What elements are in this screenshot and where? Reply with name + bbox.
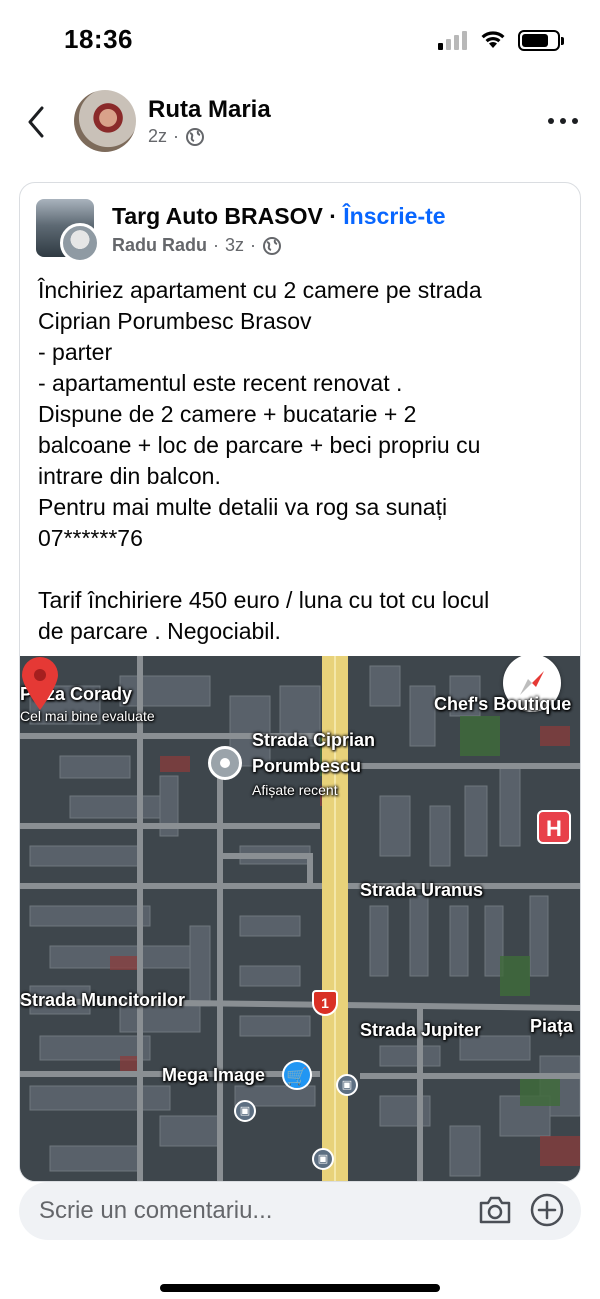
selected-location-pin-icon[interactable]	[20, 656, 60, 712]
meta-dot: ·	[213, 235, 220, 255]
group-name[interactable]: Targ Auto BRASOV	[112, 203, 323, 229]
shared-post-timestamp[interactable]: 3z	[225, 235, 244, 256]
shared-post-meta: Radu Radu · 3z ·	[112, 235, 282, 256]
group-line: Targ Auto BRASOV · Înscrie-te	[112, 203, 446, 230]
post-body-line: Pentru mai multe detalii va rog sa sunaț…	[38, 494, 448, 520]
author-name[interactable]: Ruta Maria	[148, 96, 271, 124]
map-label-recent: Afișate recent	[252, 782, 338, 798]
meta-dot: ·	[250, 235, 257, 255]
map-label-strada-jupiter[interactable]: Strada Jupiter	[360, 1020, 481, 1041]
post-body-line: Tarif închiriere 450 euro / luna cu tot …	[38, 587, 490, 613]
home-indicator[interactable]	[160, 1284, 440, 1292]
shared-post-card[interactable]: Targ Auto BRASOV · Înscrie-te Radu Radu …	[19, 182, 581, 1182]
bus-stop-icon[interactable]: ▣	[234, 1100, 256, 1122]
plus-circle-icon[interactable]	[529, 1192, 565, 1228]
map-label-street-main-2[interactable]: Porumbescu	[252, 756, 361, 777]
post-body-line: de parcare . Negociabil.	[38, 618, 281, 644]
shopping-cart-icon[interactable]: 🛒	[282, 1060, 312, 1090]
meta-dot: ·	[173, 126, 180, 146]
post-timestamp[interactable]: 2z	[148, 126, 167, 147]
back-button[interactable]	[22, 104, 52, 140]
post-body-line: - apartamentul este recent renovat .	[38, 370, 403, 396]
post-body-line: Ciprian Porumbesc Brasov	[38, 308, 312, 334]
battery-icon	[518, 30, 564, 51]
more-options-button[interactable]	[548, 118, 578, 126]
post-body-line: Închiriez apartament cu 2 camere pe stra…	[38, 277, 482, 303]
post-body-line	[38, 554, 568, 585]
map-label-strada-uranus[interactable]: Strada Uranus	[360, 880, 483, 901]
location-pin-icon[interactable]	[208, 746, 242, 780]
battery-level	[522, 34, 548, 47]
author-avatar[interactable]	[74, 90, 136, 152]
post-body: Închiriez apartament cu 2 camere pe stra…	[38, 275, 568, 647]
map-label-piata[interactable]: Piața	[530, 1016, 573, 1037]
post-body-line: intrare din balcon.	[38, 463, 221, 489]
post-body-line: - parter	[38, 339, 113, 365]
post-body-line: 07******76	[38, 525, 143, 551]
status-time: 18:36	[64, 24, 133, 54]
wifi-icon	[481, 31, 505, 48]
join-group-link[interactable]: Înscrie-te	[343, 203, 445, 229]
map-label-street-main[interactable]: Strada Ciprian	[252, 730, 375, 751]
map-label-strada-muncitorilor[interactable]: Strada Muncitorilor	[20, 990, 185, 1011]
bus-stop-icon[interactable]: ▣	[312, 1148, 334, 1170]
shared-post-author[interactable]: Radu Radu	[112, 235, 207, 256]
map-label-mega-image[interactable]: Mega Image	[162, 1065, 265, 1086]
camera-icon[interactable]	[477, 1194, 513, 1226]
comment-input[interactable]: Scrie un comentariu...	[19, 1182, 581, 1240]
map-preview[interactable]: Pizza Corady Cel mai bine evaluate Strad…	[20, 656, 580, 1181]
post-meta: 2z ·	[148, 126, 205, 147]
post-body-line: balcoane + loc de parcare + beci propriu…	[38, 432, 481, 458]
status-bar: 18:36	[0, 0, 600, 80]
bus-stop-icon[interactable]: ▣	[336, 1074, 358, 1096]
route-shield-icon: 1	[312, 990, 338, 1016]
globe-icon	[186, 127, 205, 146]
comment-bar: Scrie un comentariu...	[0, 1182, 600, 1299]
comment-placeholder: Scrie un comentariu...	[39, 1197, 273, 1224]
globe-icon	[263, 236, 282, 255]
cellular-signal-icon	[438, 30, 470, 50]
group-separator: ·	[329, 203, 337, 229]
post-body-line: Dispune de 2 camere + bucatarie + 2	[38, 401, 417, 427]
map-label-chefs-boutique[interactable]: Chef's Boutique	[434, 694, 571, 715]
hospital-icon[interactable]: H	[537, 810, 571, 844]
member-avatar[interactable]	[60, 223, 100, 263]
